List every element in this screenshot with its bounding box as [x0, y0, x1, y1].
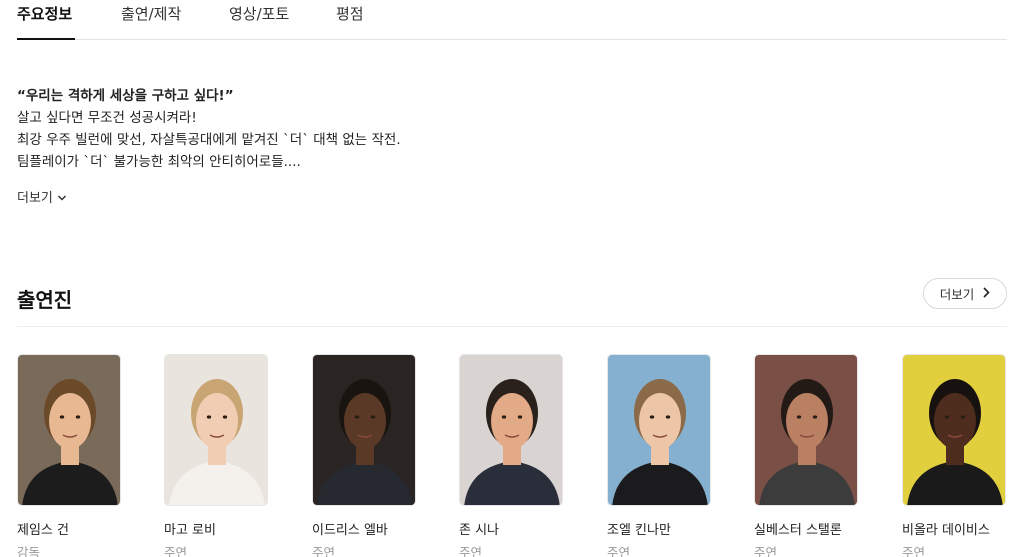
cast-item[interactable]: 조엘 킨나만 주연	[607, 354, 725, 557]
cast-more-button[interactable]: 더보기	[923, 278, 1007, 309]
cast-name: 실베스터 스탤론	[754, 523, 842, 538]
cast-photo	[607, 354, 711, 506]
cast-role: 주연	[312, 545, 336, 557]
chevron-down-icon	[57, 192, 67, 202]
cast-role: 주연	[459, 545, 483, 557]
cast-photo	[754, 354, 858, 506]
cast-name: 마고 로비	[164, 523, 216, 538]
portrait-image	[18, 355, 120, 505]
portrait-image	[165, 355, 267, 505]
tab-bar: 주요정보 출연/제작 영상/포토 평점	[17, 0, 1007, 40]
cast-role: 주연	[902, 545, 926, 557]
synopsis-headline: “우리는 격하게 세상을 구하고 싶다!”	[17, 88, 234, 104]
synopsis-line: 살고 싶다면 무조건 성공시켜라!	[17, 110, 197, 126]
cast-photo	[164, 354, 268, 506]
cast-name: 조엘 킨나만	[607, 523, 671, 538]
cast-photo	[459, 354, 563, 506]
portrait-image	[903, 355, 1005, 505]
tab-main-info[interactable]: 주요정보	[17, 3, 75, 40]
synopsis-more-button[interactable]: 더보기	[17, 187, 67, 206]
cast-role: 주연	[607, 545, 631, 557]
cast-name: 이드리스 엘바	[312, 523, 388, 538]
cast-photo	[902, 354, 1006, 506]
cast-item[interactable]: 존 시나 주연	[459, 354, 577, 557]
cast-photo	[312, 354, 416, 506]
divider	[17, 326, 1007, 327]
tab-cast-crew[interactable]: 출연/제작	[121, 3, 181, 39]
cast-item[interactable]: 제임스 건 감독	[17, 354, 135, 557]
cast-section-title: 출연진	[17, 288, 73, 312]
portrait-image	[608, 355, 710, 505]
portrait-image	[313, 355, 415, 505]
synopsis-line: 최강 우주 빌런에 맞선, 자살특공대에게 맡겨진 `더` 대책 없는 작전.	[17, 132, 401, 148]
cast-item[interactable]: 실베스터 스탤론 주연	[754, 354, 872, 557]
cast-role: 감독	[17, 545, 41, 557]
cast-more-label: 더보기	[939, 287, 975, 302]
cast-role: 주연	[754, 545, 778, 557]
cast-name: 비올라 데이비스	[902, 523, 990, 538]
synopsis-more-label: 더보기	[17, 191, 53, 206]
cast-name: 존 시나	[459, 523, 500, 538]
portrait-image	[460, 355, 562, 505]
cast-photo	[17, 354, 121, 506]
cast-role: 주연	[164, 545, 188, 557]
cast-item[interactable]: 마고 로비 주연	[164, 354, 282, 557]
cast-item[interactable]: 비올라 데이비스 주연	[902, 354, 1018, 557]
portrait-image	[755, 355, 857, 505]
cast-item[interactable]: 이드리스 엘바 주연	[312, 354, 430, 557]
synopsis-line: 팀플레이가 `더` 불가능한 최악의 안티히어로들....	[17, 154, 301, 170]
tab-video-photo[interactable]: 영상/포토	[229, 3, 289, 39]
synopsis: “우리는 격하게 세상을 구하고 싶다!” 살고 싶다면 무조건 성공시켜라! …	[17, 85, 401, 173]
chevron-right-icon	[982, 286, 990, 301]
tab-rating[interactable]: 평점	[336, 3, 364, 39]
cast-name: 제임스 건	[17, 523, 69, 538]
